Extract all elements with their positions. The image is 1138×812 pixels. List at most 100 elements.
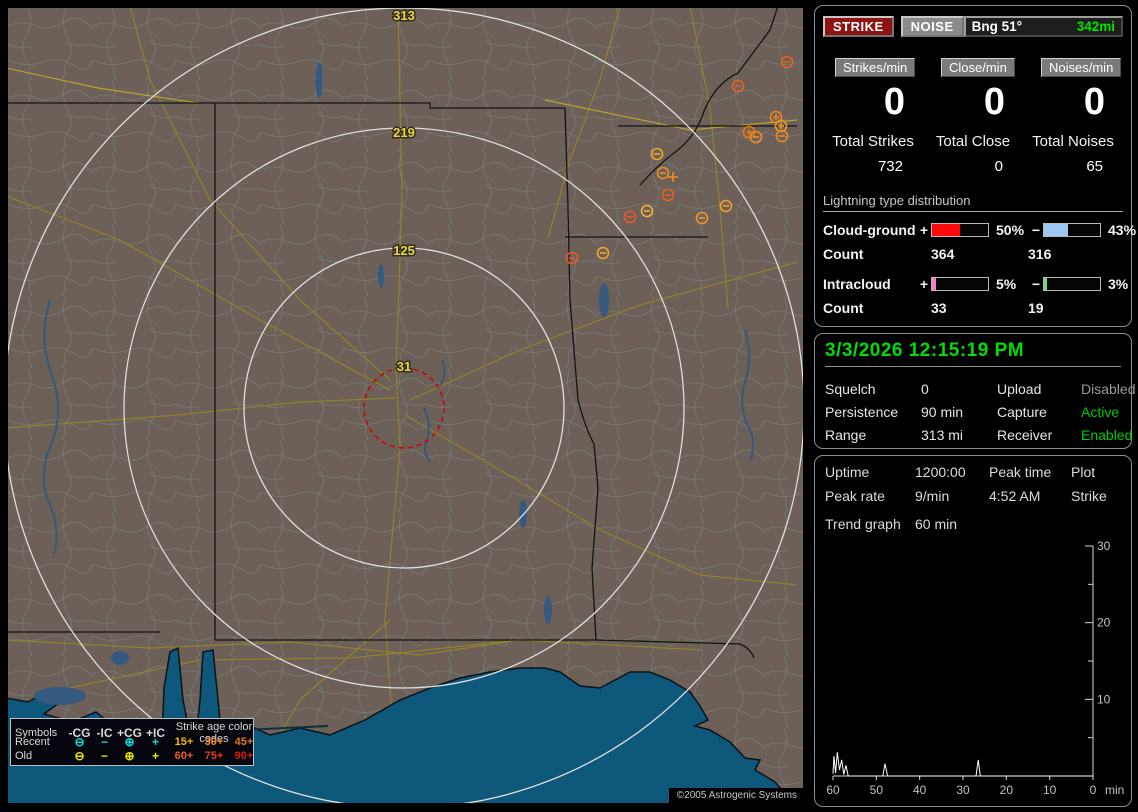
ring-label-31: 31: [397, 359, 411, 374]
svg-text:20: 20: [1097, 616, 1111, 630]
peak-rate-value: 9/min: [915, 488, 950, 504]
age-90: 90+: [234, 750, 254, 762]
plus-sign: +: [919, 221, 929, 238]
map-canvas[interactable]: 313 219 125 31: [8, 8, 803, 803]
legend-recent-label: Recent: [15, 736, 50, 748]
strike-button[interactable]: STRIKE: [823, 16, 894, 37]
ring-label-125: 125: [393, 243, 415, 258]
total-noises-label: Total Noises: [1032, 132, 1114, 150]
cg-neg-pct: 43%: [1108, 221, 1137, 238]
svg-text:min: min: [1105, 783, 1124, 797]
trend-graph: 10 20 30 60 50 40 30 20 10 0 min: [826, 539, 1124, 797]
ic-neg-count: 19: [1028, 299, 1044, 316]
noises-per-min-label: Noises/min: [1041, 58, 1122, 77]
recent-circle-minus-icon: ⊖: [74, 735, 85, 749]
cg-neg-bar: [1043, 222, 1101, 237]
upload-label: Upload: [997, 381, 1042, 397]
age-75: 75+: [204, 750, 224, 762]
copyright-text: ©2005 Astrogenic Systems: [668, 788, 803, 803]
minus-sign: −: [1031, 275, 1041, 292]
svg-text:40: 40: [913, 783, 927, 797]
svg-text:60: 60: [826, 783, 840, 797]
cg-pos-pct: 50%: [996, 221, 1025, 238]
cloud-ground-label: Cloud-ground: [823, 221, 916, 238]
total-noises-value: 65: [1086, 157, 1103, 175]
svg-text:30: 30: [1097, 539, 1111, 553]
old-circle-minus-icon: ⊖: [74, 749, 85, 763]
distribution-title: Lightning type distribution: [823, 193, 1123, 212]
legend-old-label: Old: [15, 750, 33, 762]
bearing-distance: 342mi: [1076, 19, 1115, 34]
old-circle-plus-icon: ⊕: [124, 749, 135, 763]
ic-neg-bar: [1043, 276, 1101, 291]
age-60: 60+: [174, 750, 194, 762]
receiver-status: Enabled: [1081, 427, 1133, 443]
age-45: 45+: [234, 736, 254, 748]
old-minus-icon: −: [100, 749, 108, 763]
bearing-display: Bng 51° 342mi: [963, 16, 1123, 37]
noises-per-min-value: 0: [1083, 81, 1105, 123]
cg-count-label: Count: [823, 245, 864, 262]
recent-minus-icon: −: [100, 735, 108, 749]
ic-pos-pct: 5%: [996, 275, 1017, 292]
recent-circle-plus-icon: ⊕: [124, 735, 135, 749]
ic-pos-bar: [931, 276, 989, 291]
clock-display: 3/3/2026 12:15:19 PM: [825, 340, 1121, 367]
plus-sign: +: [919, 275, 929, 292]
uptime-label: Uptime: [825, 464, 870, 480]
squelch-label: Squelch: [825, 381, 876, 397]
uptime-value: 1200:00: [915, 464, 966, 480]
counters-panel: STRIKE NOISE Bng 51° 342mi Strikes/min C…: [814, 5, 1136, 327]
strike-map[interactable]: 313 219 125 31 Symbols -CG -IC +CG +IC Stri…: [8, 8, 803, 803]
cg-pos-count: 364: [931, 245, 955, 262]
old-plus-icon: +: [151, 749, 159, 763]
persistence-value: 90 min: [921, 404, 964, 420]
svg-text:30: 30: [956, 783, 970, 797]
svg-text:20: 20: [1000, 783, 1014, 797]
peak-time-value: 4:52 AM: [989, 488, 1041, 504]
ic-count-label: Count: [823, 299, 864, 316]
receiver-label: Receiver: [997, 427, 1053, 443]
ring-label-219: 219: [393, 125, 415, 140]
peak-rate-label: Peak rate: [825, 488, 885, 504]
squelch-value: 0: [921, 381, 929, 397]
nexstorm-window: 313 219 125 31 Symbols -CG -IC +CG +IC Stri…: [0, 0, 1138, 812]
close-per-min-label: Close/min: [941, 58, 1015, 77]
total-strikes-label: Total Strikes: [832, 132, 914, 150]
age-30: 30+: [204, 736, 224, 748]
close-per-min-value: 0: [983, 81, 1005, 123]
upload-status: Disabled: [1081, 381, 1136, 397]
trend-window-value: 60 min: [915, 516, 958, 532]
total-strikes-value: 732: [877, 157, 903, 175]
cg-neg-count: 316: [1028, 245, 1052, 262]
status-panel: 3/3/2026 12:15:19 PM Squelch 0 Upload Di…: [814, 333, 1136, 449]
total-close-label: Total Close: [935, 132, 1011, 150]
plot-type-value: Strike: [1071, 488, 1107, 504]
cg-pos-bar: [931, 222, 989, 237]
capture-status: Active: [1081, 404, 1120, 420]
svg-text:0: 0: [1090, 783, 1097, 797]
ic-neg-pct: 3%: [1108, 275, 1129, 292]
ring-label-313: 313: [393, 8, 415, 23]
map-legend: Symbols -CG -IC +CG +IC Strike age color…: [10, 718, 254, 766]
bearing-label: Bng 51°: [971, 19, 1023, 34]
total-close-value: 0: [994, 157, 1003, 175]
trend-panel: Uptime 1200:00 Peak time Plot Peak rate …: [814, 455, 1132, 807]
svg-text:10: 10: [1097, 692, 1111, 706]
noise-button[interactable]: NOISE: [900, 16, 964, 37]
range-label: Range: [825, 427, 867, 443]
trend-graph-label: Trend graph: [825, 516, 901, 532]
ic-pos-count: 33: [931, 299, 947, 316]
range-value: 313 mi: [921, 427, 964, 443]
plot-label: Plot: [1071, 464, 1096, 480]
svg-text:50: 50: [870, 783, 884, 797]
capture-label: Capture: [997, 404, 1047, 420]
recent-plus-icon: +: [151, 735, 159, 749]
age-15: 15+: [174, 736, 194, 748]
persistence-label: Persistence: [825, 404, 899, 420]
strikes-per-min-value: 0: [883, 81, 905, 123]
minus-sign: −: [1031, 221, 1041, 238]
intracloud-label: Intracloud: [823, 275, 891, 292]
peak-time-label: Peak time: [989, 464, 1052, 480]
svg-text:10: 10: [1043, 783, 1057, 797]
